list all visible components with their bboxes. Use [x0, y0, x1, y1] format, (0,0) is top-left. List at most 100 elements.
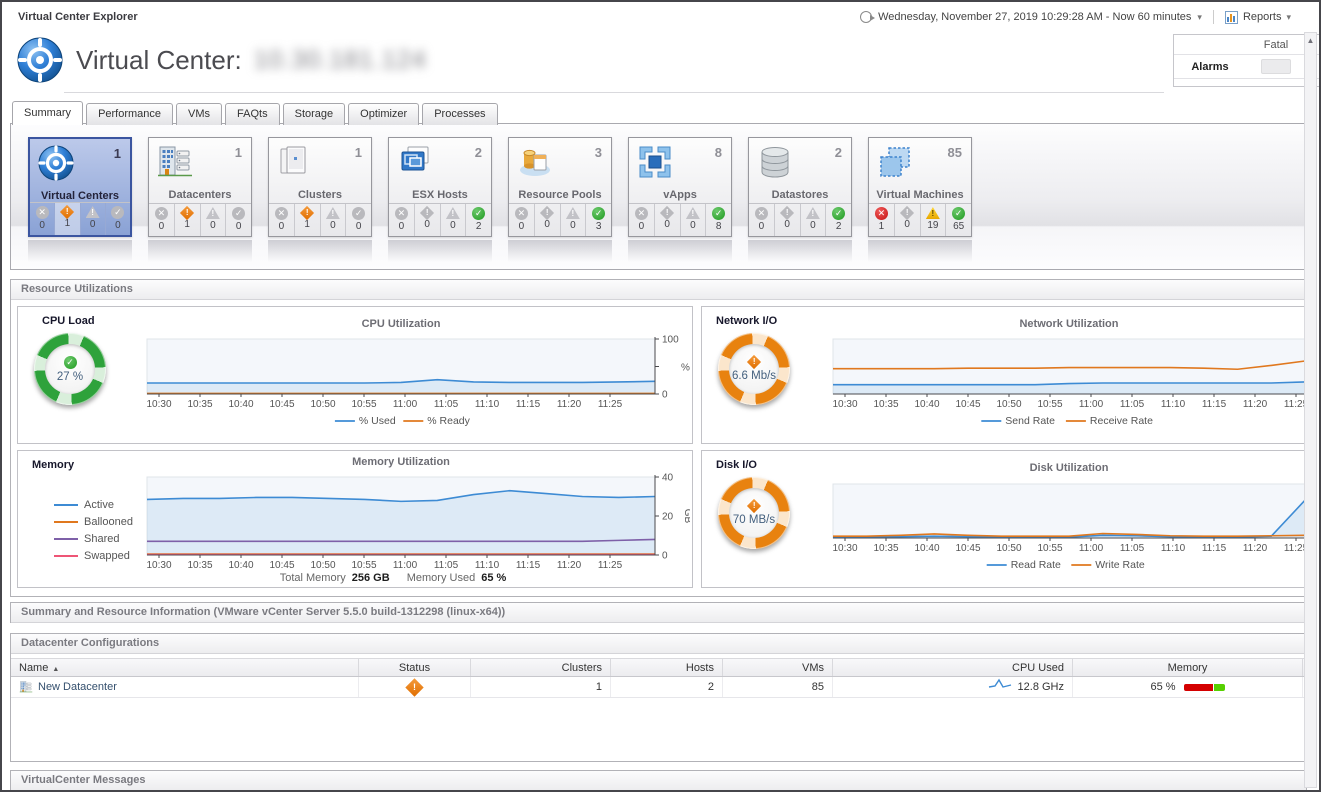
status-cell-fatal[interactable]: ✕ 0	[269, 204, 294, 236]
svg-text:11:25: 11:25	[1284, 543, 1306, 554]
svg-text:11:10: 11:10	[1161, 399, 1186, 410]
status-cell-critical[interactable]: ! 0	[893, 204, 920, 236]
tile-esx-hosts[interactable]: 2 ESX Hosts ✕ 0! 0! 0 ✓ 2	[388, 137, 492, 237]
status-cell-normal[interactable]: ✓ 0	[345, 204, 371, 236]
column-header-cpu-used[interactable]: CPU Used	[833, 659, 1073, 676]
table-row-new-datacenter[interactable]: New Datacenter! 1 2 85 12.8 GHz 65 %	[11, 677, 1306, 698]
tile-resource-pools[interactable]: 3 Resource Pools ✕ 0! 0! 0 ✓ 3	[508, 137, 612, 237]
datacenter-name-cell[interactable]: New Datacenter	[11, 677, 359, 697]
status-count: 1	[878, 221, 885, 232]
legend-line	[54, 521, 78, 523]
status-cell-fatal[interactable]: ✕ 0	[509, 204, 534, 236]
tab-optimizer[interactable]: Optimizer	[348, 103, 420, 125]
status-cell-normal[interactable]: ✓ 0	[104, 203, 130, 235]
status-cell-critical[interactable]: ! 1	[173, 204, 200, 236]
status-cell-fatal[interactable]: ✕ 0	[749, 204, 774, 236]
warning-status-icon: !	[805, 207, 820, 219]
tile-datastores[interactable]: 2 Datastores ✕ 0! 0! 0 ✓ 2	[748, 137, 852, 237]
svg-text:11:20: 11:20	[1243, 399, 1268, 410]
status-cell-critical[interactable]: ! 0	[413, 204, 440, 236]
status-cell-normal[interactable]: ✓ 3	[585, 204, 611, 236]
cpu-load-label: CPU Load	[42, 315, 95, 327]
app-title: Virtual Center Explorer	[18, 11, 138, 23]
tile-status-row: ✕ 0! 0! 0 ✓ 2	[389, 203, 491, 236]
resource-utilizations-header: Resource Utilizations	[11, 280, 1306, 300]
tab-storage[interactable]: Storage	[282, 103, 346, 125]
memory-label: Memory	[32, 459, 75, 471]
page-title: Virtual Center:	[76, 44, 242, 75]
tile-count: 3	[594, 145, 602, 160]
datacenter-icon	[19, 681, 33, 693]
status-cell-fatal[interactable]: ✕ 0	[30, 203, 54, 235]
tile-virtual-centers[interactable]: 1 Virtual Centers ✕ 0! 1! 0 ✓ 0	[28, 137, 132, 237]
column-header-status[interactable]: Status	[359, 659, 471, 676]
status-cell-critical[interactable]: ! 0	[533, 204, 560, 236]
warning-status-icon: !	[325, 207, 340, 219]
svg-text:%: %	[681, 363, 690, 374]
status-count: 0	[810, 220, 816, 231]
status-cell-warning[interactable]: ! 0	[679, 204, 706, 236]
svg-text:11:10: 11:10	[1161, 543, 1186, 554]
status-cell-warning[interactable]: ! 0	[559, 204, 586, 236]
status-cell-warning[interactable]: ! 0	[79, 203, 105, 235]
reports-button[interactable]: Reports ▾	[1224, 10, 1291, 24]
tab-processes[interactable]: Processes	[422, 103, 498, 125]
status-cell-normal[interactable]: ✓ 2	[825, 204, 851, 236]
column-header-name[interactable]: Name ▲	[11, 659, 359, 676]
svg-text:11:15: 11:15	[1202, 543, 1227, 554]
tile-vapps[interactable]: 8 vApps ✕ 0! 0! 0 ✓ 8	[628, 137, 732, 237]
svg-text:10:40: 10:40	[228, 399, 253, 410]
chevron-down-icon: ▾	[1197, 11, 1202, 22]
svg-text:10:30: 10:30	[146, 399, 171, 410]
status-count: 0	[355, 221, 362, 232]
time-range-selector[interactable]: Wednesday, November 27, 2019 10:29:28 AM…	[860, 11, 1202, 23]
status-count: 1	[184, 219, 190, 230]
status-cell-normal[interactable]: ✓ 65	[945, 204, 971, 236]
status-count: 0	[758, 221, 765, 232]
scroll-up-arrow[interactable]: ▲	[1305, 33, 1316, 47]
status-cell-critical[interactable]: ! 1	[293, 204, 320, 236]
tab-summary[interactable]: Summary	[12, 101, 84, 125]
status-cell-critical[interactable]: ! 0	[653, 204, 680, 236]
status-cell-fatal[interactable]: ✕ 0	[149, 204, 174, 236]
tile-label: Datacenters	[168, 189, 232, 201]
alarms-fatal-count[interactable]	[1261, 59, 1291, 74]
tab-performance[interactable]: Performance	[86, 103, 174, 125]
tile-datacenters[interactable]: 1 Datacenters ✕ 0! 1! 0 ✓ 0	[148, 137, 252, 237]
alarms-col-fatal: Fatal	[1246, 35, 1306, 55]
status-cell-critical[interactable]: ! 0	[773, 204, 800, 236]
status-count: 0	[398, 221, 405, 232]
status-cell-normal[interactable]: ✓ 2	[465, 204, 491, 236]
status-cell-fatal[interactable]: ✕ 0	[629, 204, 654, 236]
tab-faqts[interactable]: FAQts	[225, 103, 280, 125]
status-cell-warning[interactable]: ! 0	[439, 204, 466, 236]
status-cell-normal[interactable]: ✓ 0	[225, 204, 251, 236]
tile-status-row: ✕ 0! 0! 0 ✓ 2	[749, 203, 851, 236]
virtual-center-icon	[37, 144, 77, 184]
column-header-hosts[interactable]: Hosts	[611, 659, 723, 676]
column-header-memory[interactable]: Memory	[1073, 659, 1303, 676]
vertical-scrollbar[interactable]: ▲	[1304, 32, 1317, 788]
status-cell-fatal[interactable]: ✕ 0	[389, 204, 414, 236]
summary-resource-info-panel[interactable]: Summary and Resource Information (VMware…	[10, 602, 1307, 623]
critical-status-icon: !	[660, 205, 675, 221]
tab-bar: Summary Performance VMs FAQts Storage Optimiz…	[12, 101, 501, 125]
status-cell-fatal[interactable]: ✕ 1	[869, 204, 894, 236]
status-cell-warning[interactable]: ! 0	[799, 204, 826, 236]
status-cell-warning[interactable]: ! 0	[199, 204, 226, 236]
status-cell-normal[interactable]: ✓ 8	[705, 204, 731, 236]
svg-text:Read Rate: Read Rate	[1011, 559, 1061, 571]
disk-quadrant: Disk I/O ! 70 MB/s Disk Utilization 10:30…	[701, 450, 1309, 588]
tile-virtual-machines[interactable]: 85 Virtual Machines ✕ 1! 0! 19 ✓ 65	[868, 137, 972, 237]
alarms-row-label: Alarms	[1174, 55, 1246, 79]
virtual-center-explorer-window: Virtual Center Explorer Wednesday, Novem…	[0, 0, 1321, 792]
tile-clusters[interactable]: 1 Clusters ✕ 0! 1! 0 ✓ 0	[268, 137, 372, 237]
status-cell-warning[interactable]: ! 19	[919, 204, 946, 236]
virtualcenter-messages-panel[interactable]: VirtualCenter Messages	[10, 770, 1307, 790]
column-header-clusters[interactable]: Clusters	[471, 659, 611, 676]
status-cell-critical[interactable]: ! 1	[54, 203, 80, 235]
alarms-panel: Fatal Critical Alarms 1	[1173, 34, 1319, 87]
column-header-vms[interactable]: VMs	[723, 659, 833, 676]
tab-vms[interactable]: VMs	[176, 103, 223, 125]
status-cell-warning[interactable]: ! 0	[319, 204, 346, 236]
